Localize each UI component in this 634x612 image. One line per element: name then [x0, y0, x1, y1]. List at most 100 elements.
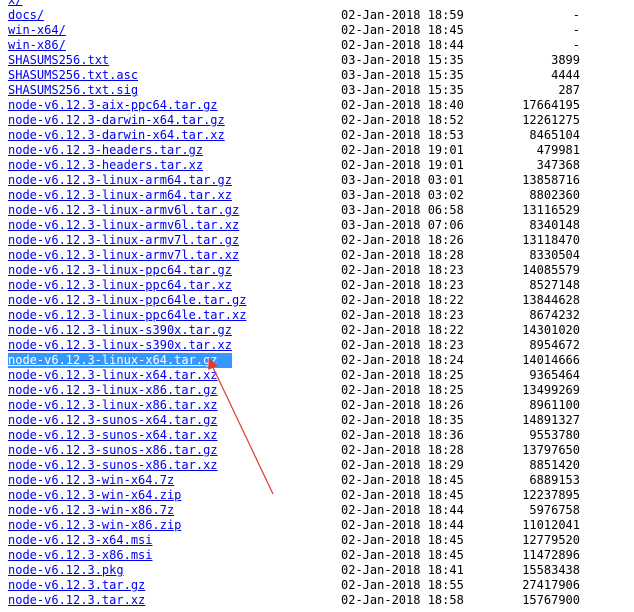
file-date: 02-Jan-2018 18:23	[341, 338, 464, 352]
file-link[interactable]: node-v6.12.3-sunos-x64.tar.xz	[8, 428, 218, 443]
file-size: 6889153	[529, 473, 580, 487]
listing-row: node-v6.12.3-headers.tar.gz 02-Jan-2018 1…	[0, 143, 634, 158]
file-link[interactable]: docs/	[8, 8, 44, 23]
file-link[interactable]: node-v6.12.3-win-x64.7z	[8, 473, 174, 488]
listing-row: node-v6.12.3-win-x86.zip 02-Jan-2018 18:4…	[0, 518, 634, 533]
file-size: 11012041	[522, 518, 580, 532]
file-date: 02-Jan-2018 18:45	[341, 473, 464, 487]
file-listing: x/docs/02-Jan-2018 18:59- win-x64/02-Jan-…	[0, 0, 634, 608]
file-size: 27417906	[522, 578, 580, 592]
file-link[interactable]: win-x64/	[8, 23, 66, 38]
file-size: 12779520	[522, 533, 580, 547]
file-link[interactable]: node-v6.12.3-linux-armv6l.tar.xz	[8, 218, 239, 233]
listing-row: x/	[0, 0, 634, 8]
file-size: 8802360	[529, 188, 580, 202]
file-size: 14301020	[522, 323, 580, 337]
file-link[interactable]: SHASUMS256.txt.sig	[8, 83, 138, 98]
file-link[interactable]: node-v6.12.3-linux-s390x.tar.xz	[8, 338, 232, 353]
file-date: 02-Jan-2018 18:36	[341, 428, 464, 442]
file-link[interactable]: node-v6.12.3.tar.gz	[8, 578, 145, 593]
file-link[interactable]: node-v6.12.3-win-x64.zip	[8, 488, 181, 503]
file-size: 4444	[551, 68, 580, 82]
listing-row: node-v6.12.3-sunos-x64.tar.xz 02-Jan-2018…	[0, 428, 634, 443]
file-link[interactable]: node-v6.12.3-linux-x64.tar.xz	[8, 368, 218, 383]
listing-row: node-v6.12.3-linux-x64.tar.xz 02-Jan-2018…	[0, 368, 634, 383]
file-link[interactable]: node-v6.12.3-linux-ppc64le.tar.xz	[8, 308, 246, 323]
file-date: 02-Jan-2018 18:44	[341, 518, 464, 532]
file-link[interactable]: node-v6.12.3.pkg	[8, 563, 124, 578]
file-date: 02-Jan-2018 18:23	[341, 278, 464, 292]
listing-row: node-v6.12.3-linux-x86.tar.xz 02-Jan-2018…	[0, 398, 634, 413]
file-date: 02-Jan-2018 18:58	[341, 593, 464, 607]
file-size: 5976758	[529, 503, 580, 517]
file-link[interactable]: node-v6.12.3-sunos-x64.tar.gz	[8, 413, 218, 428]
file-link[interactable]: SHASUMS256.txt	[8, 53, 109, 68]
file-link[interactable]: node-v6.12.3-linux-arm64.tar.gz	[8, 173, 232, 188]
file-link[interactable]: node-v6.12.3-linux-ppc64.tar.xz	[8, 278, 232, 293]
file-date: 02-Jan-2018 19:01	[341, 158, 464, 172]
file-link[interactable]: node-v6.12.3-x64.msi	[8, 533, 153, 548]
file-size: 14891327	[522, 413, 580, 427]
file-link[interactable]: node-v6.12.3-linux-ppc64.tar.gz	[8, 263, 232, 278]
file-link[interactable]: win-x86/	[8, 38, 66, 53]
file-date: 02-Jan-2018 18:45	[341, 533, 464, 547]
listing-row: node-v6.12.3.tar.gz 02-Jan-2018 18:55 2741…	[0, 578, 634, 593]
file-link[interactable]: node-v6.12.3-linux-s390x.tar.gz	[8, 323, 232, 338]
file-size: 347368	[536, 158, 580, 172]
file-size: 13118470	[522, 233, 580, 247]
listing-row: node-v6.12.3-linux-ppc64.tar.xz 02-Jan-20…	[0, 278, 634, 293]
file-size: 8961100	[529, 398, 580, 412]
file-link[interactable]: node-v6.12.3-win-x86.7z	[8, 503, 174, 518]
file-size: 8465104	[529, 128, 580, 142]
file-date: 02-Jan-2018 18:35	[341, 413, 464, 427]
file-date: 02-Jan-2018 19:01	[341, 143, 464, 157]
file-date: 02-Jan-2018 18:25	[341, 383, 464, 397]
listing-row: node-v6.12.3-linux-armv6l.tar.gz 03-Jan-2…	[0, 203, 634, 218]
file-link-selected[interactable]: node-v6.12.3-linux-x64.tar.gz	[8, 353, 232, 368]
listing-row: SHASUMS256.txt.sig 03-Jan-2018 15:35 287	[0, 83, 634, 98]
file-link[interactable]: SHASUMS256.txt.asc	[8, 68, 138, 83]
listing-row: SHASUMS256.txt.asc 03-Jan-2018 15:35 4444	[0, 68, 634, 83]
file-date: 02-Jan-2018 18:40	[341, 98, 464, 112]
file-link[interactable]: node-v6.12.3-linux-armv7l.tar.xz	[8, 248, 239, 263]
file-link[interactable]: node-v6.12.3-linux-armv7l.tar.gz	[8, 233, 239, 248]
file-date: 02-Jan-2018 18:53	[341, 128, 464, 142]
file-link[interactable]: node-v6.12.3-linux-x86.tar.gz	[8, 383, 218, 398]
file-size: 13499269	[522, 383, 580, 397]
file-link[interactable]: node-v6.12.3-headers.tar.gz	[8, 143, 203, 158]
listing-row: node-v6.12.3-win-x64.zip 02-Jan-2018 18:4…	[0, 488, 634, 503]
file-link[interactable]: node-v6.12.3-linux-armv6l.tar.gz	[8, 203, 239, 218]
file-size: 8340148	[529, 218, 580, 232]
file-date: 02-Jan-2018 18:52	[341, 113, 464, 127]
file-link[interactable]: node-v6.12.3-darwin-x64.tar.gz	[8, 113, 225, 128]
listing-row: node-v6.12.3-headers.tar.xz 02-Jan-2018 1…	[0, 158, 634, 173]
file-date: 02-Jan-2018 18:28	[341, 443, 464, 457]
file-link[interactable]: node-v6.12.3.tar.xz	[8, 593, 145, 608]
file-size: 15583438	[522, 563, 580, 577]
listing-row: node-v6.12.3-sunos-x64.tar.gz 02-Jan-2018…	[0, 413, 634, 428]
file-date: 02-Jan-2018 18:28	[341, 248, 464, 262]
listing-row: win-x86/02-Jan-2018 18:44 -	[0, 38, 634, 53]
listing-row: node-v6.12.3-linux-ppc64.tar.gz 02-Jan-20…	[0, 263, 634, 278]
file-size: 14085579	[522, 263, 580, 277]
file-link[interactable]: x/	[8, 0, 22, 8]
file-date: 02-Jan-2018 18:22	[341, 323, 464, 337]
file-link[interactable]: node-v6.12.3-aix-ppc64.tar.gz	[8, 98, 218, 113]
file-link[interactable]: node-v6.12.3-darwin-x64.tar.xz	[8, 128, 225, 143]
listing-row: node-v6.12.3-linux-s390x.tar.gz 02-Jan-20…	[0, 323, 634, 338]
file-size: -	[572, 38, 580, 52]
file-size: 12237895	[522, 488, 580, 502]
file-link[interactable]: node-v6.12.3-x86.msi	[8, 548, 153, 563]
file-date: 02-Jan-2018 18:25	[341, 368, 464, 382]
file-link[interactable]: node-v6.12.3-linux-arm64.tar.xz	[8, 188, 232, 203]
file-link[interactable]: node-v6.12.3-linux-ppc64le.tar.gz	[8, 293, 246, 308]
file-link[interactable]: node-v6.12.3-headers.tar.xz	[8, 158, 203, 173]
file-link[interactable]: node-v6.12.3-sunos-x86.tar.xz	[8, 458, 218, 473]
file-link[interactable]: node-v6.12.3-sunos-x86.tar.gz	[8, 443, 218, 458]
file-size: 8954672	[529, 338, 580, 352]
file-link[interactable]: node-v6.12.3-linux-x86.tar.xz	[8, 398, 218, 413]
file-link[interactable]: node-v6.12.3-win-x86.zip	[8, 518, 181, 533]
file-date: 02-Jan-2018 18:45	[341, 488, 464, 502]
file-size: -	[572, 8, 580, 22]
file-size: 13858716	[522, 173, 580, 187]
